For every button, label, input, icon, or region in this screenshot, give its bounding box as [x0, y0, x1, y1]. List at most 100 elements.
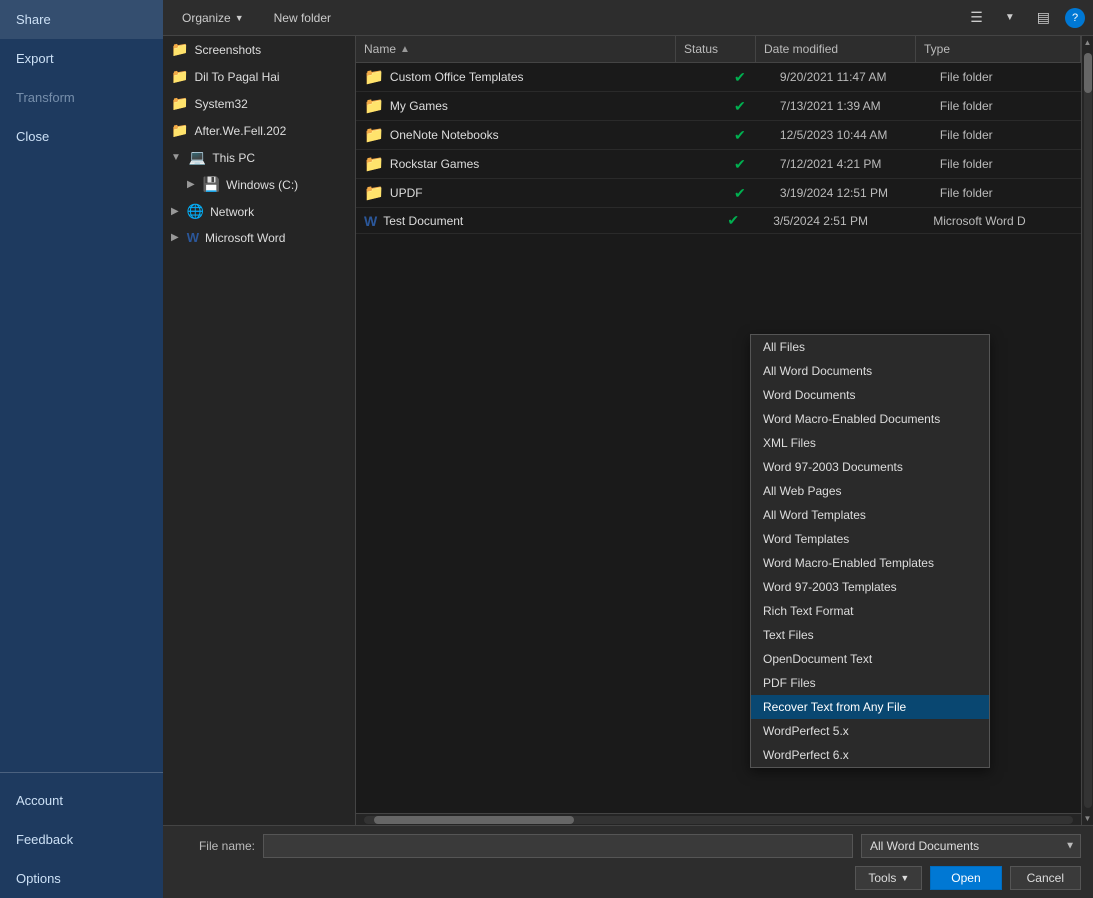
- sidebar-item-microsoft-word[interactable]: ▶ W Microsoft Word: [163, 225, 355, 250]
- layout-button[interactable]: ▤: [1030, 5, 1057, 30]
- dropdown-item-all-word-templates[interactable]: All Word Templates: [751, 503, 989, 527]
- dropdown-item-word-97-2003-templates[interactable]: Word 97-2003 Templates: [751, 575, 989, 599]
- dropdown-item-word-97-2003[interactable]: Word 97-2003 Documents: [751, 455, 989, 479]
- status-check-icon: ✔: [734, 69, 746, 86]
- scroll-up-button[interactable]: ▲: [1082, 36, 1093, 49]
- nav-feedback[interactable]: Feedback: [0, 820, 163, 859]
- nav-share[interactable]: Share: [0, 0, 163, 39]
- drive-icon: 💾: [203, 176, 220, 193]
- dropdown-item-xml-files[interactable]: XML Files: [751, 431, 989, 455]
- dropdown-item-wordperfect-5x[interactable]: WordPerfect 5.x: [751, 719, 989, 743]
- dialog-bottom: File name: All Files All Word Documents …: [163, 825, 1093, 898]
- dropdown-item-word-macro-enabled[interactable]: Word Macro-Enabled Documents: [751, 407, 989, 431]
- sidebar-item-after-we-fell[interactable]: 📁 After.We.Fell.202: [163, 117, 355, 144]
- table-row[interactable]: W Test Document ✔ 3/5/2024 2:51 PM Micro…: [356, 208, 1081, 234]
- sidebar-item-this-pc[interactable]: ▼ 💻 This PC: [163, 144, 355, 171]
- scroll-down-button[interactable]: ▼: [1082, 812, 1093, 825]
- table-row[interactable]: 📁 UPDF ✔ 3/19/2024 12:51 PM File folder: [356, 179, 1081, 208]
- dropdown-item-word-macro-enabled-templates[interactable]: Word Macro-Enabled Templates: [751, 551, 989, 575]
- scroll-thumb: [374, 816, 574, 824]
- filename-input[interactable]: [263, 834, 853, 858]
- nav-close[interactable]: Close: [0, 117, 163, 156]
- cancel-button[interactable]: Cancel: [1010, 866, 1081, 890]
- dropdown-item-rich-text-format[interactable]: Rich Text Format: [751, 599, 989, 623]
- dialog-toolbar: Organize ▼ New folder ☰ ▼ ▤ ?: [163, 0, 1093, 36]
- sidebar: 📁 Screenshots 📁 Dil To Pagal Hai 📁 Syste…: [163, 36, 356, 825]
- nav-options[interactable]: Options: [0, 859, 163, 898]
- sidebar-item-dil-to-pagal[interactable]: 📁 Dil To Pagal Hai: [163, 63, 355, 90]
- folder-icon: 📁: [364, 67, 384, 87]
- vertical-scrollbar[interactable]: ▲ ▼: [1081, 36, 1093, 825]
- dropdown-item-all-files[interactable]: All Files: [751, 335, 989, 359]
- scroll-track: [364, 816, 1073, 824]
- tools-row: Tools ▼ Open Cancel: [175, 866, 1081, 890]
- left-backstage-panel: Share Export Transform Close Account Fee…: [0, 0, 163, 898]
- sidebar-item-system32[interactable]: 📁 System32: [163, 90, 355, 117]
- organize-button[interactable]: Organize ▼: [171, 7, 255, 29]
- left-nav: Share Export Transform Close: [0, 0, 163, 772]
- dropdown-item-text-files[interactable]: Text Files: [751, 623, 989, 647]
- expand-icon: ▶: [187, 179, 195, 190]
- status-check-icon: ✔: [734, 98, 746, 115]
- dropdown-item-recover-text[interactable]: Recover Text from Any File: [751, 695, 989, 719]
- status-check-icon: ✔: [727, 212, 739, 229]
- folder-icon: 📁: [364, 154, 384, 174]
- left-panel-bottom: Account Feedback Options: [0, 772, 163, 898]
- column-header-type[interactable]: Type: [916, 36, 1081, 62]
- nav-transform[interactable]: Transform: [0, 78, 163, 117]
- table-row[interactable]: 📁 OneNote Notebooks ✔ 12/5/2023 10:44 AM…: [356, 121, 1081, 150]
- help-button[interactable]: ?: [1065, 8, 1085, 28]
- organize-dropdown-icon: ▼: [235, 13, 244, 23]
- filetype-select-wrapper: All Files All Word Documents Word Docume…: [861, 834, 1081, 858]
- file-dialog: Organize ▼ New folder ☰ ▼ ▤ ? 📁 Screensh…: [163, 0, 1093, 898]
- folder-icon: 📁: [364, 183, 384, 203]
- dropdown-item-word-templates[interactable]: Word Templates: [751, 527, 989, 551]
- expand-icon: ▶: [171, 232, 179, 243]
- new-folder-button[interactable]: New folder: [263, 7, 342, 29]
- nav-export[interactable]: Export: [0, 39, 163, 78]
- sort-arrow-icon: ▲: [400, 44, 410, 55]
- dropdown-item-pdf-files[interactable]: PDF Files: [751, 671, 989, 695]
- status-check-icon: ✔: [734, 127, 746, 144]
- folder-icon: 📁: [171, 41, 188, 58]
- sidebar-item-network[interactable]: ▶ 🌐 Network: [163, 198, 355, 225]
- view-dropdown-button[interactable]: ▼: [998, 8, 1022, 27]
- column-header-status[interactable]: Status: [676, 36, 756, 62]
- nav-account[interactable]: Account: [0, 781, 163, 820]
- dropdown-item-wordperfect-6x[interactable]: WordPerfect 6.x: [751, 743, 989, 767]
- network-icon: 🌐: [187, 203, 204, 220]
- open-button[interactable]: Open: [930, 866, 1001, 890]
- folder-icon: 📁: [364, 96, 384, 116]
- dropdown-item-word-docs[interactable]: Word Documents: [751, 383, 989, 407]
- word-file-icon: W: [364, 213, 377, 229]
- sidebar-item-screenshots[interactable]: 📁 Screenshots: [163, 36, 355, 63]
- tools-dropdown-icon: ▼: [900, 873, 909, 883]
- folder-icon: 📁: [364, 125, 384, 145]
- vscroll-thumb: [1084, 53, 1092, 93]
- file-list-header: Name ▲ Status Date modified Type: [356, 36, 1081, 63]
- filetype-dropdown[interactable]: All Files All Word Documents Word Docume…: [750, 334, 990, 768]
- tools-button[interactable]: Tools ▼: [855, 866, 922, 890]
- expand-icon: ▶: [171, 206, 179, 217]
- filetype-select[interactable]: All Files All Word Documents Word Docume…: [861, 834, 1081, 858]
- table-row[interactable]: 📁 Rockstar Games ✔ 7/12/2021 4:21 PM Fil…: [356, 150, 1081, 179]
- column-header-name[interactable]: Name ▲: [356, 36, 676, 62]
- expand-icon: ▼: [171, 152, 181, 163]
- folder-icon: 📁: [171, 122, 188, 139]
- table-row[interactable]: 📁 Custom Office Templates ✔ 9/20/2021 11…: [356, 63, 1081, 92]
- sidebar-item-windows-c[interactable]: ▶ 💾 Windows (C:): [163, 171, 355, 198]
- horizontal-scrollbar[interactable]: [356, 813, 1081, 825]
- vscroll-track: [1084, 53, 1092, 808]
- word-icon: W: [187, 230, 199, 245]
- table-row[interactable]: 📁 My Games ✔ 7/13/2021 1:39 AM File fold…: [356, 92, 1081, 121]
- filename-row: File name: All Files All Word Documents …: [175, 834, 1081, 858]
- column-header-date[interactable]: Date modified: [756, 36, 916, 62]
- dropdown-item-all-word-docs[interactable]: All Word Documents: [751, 359, 989, 383]
- pc-icon: 💻: [189, 149, 206, 166]
- status-check-icon: ✔: [734, 156, 746, 173]
- view-list-button[interactable]: ☰: [963, 5, 990, 30]
- filename-label: File name:: [175, 839, 255, 853]
- dropdown-item-all-web-pages[interactable]: All Web Pages: [751, 479, 989, 503]
- folder-icon: 📁: [171, 68, 188, 85]
- dropdown-item-opendocument-text[interactable]: OpenDocument Text: [751, 647, 989, 671]
